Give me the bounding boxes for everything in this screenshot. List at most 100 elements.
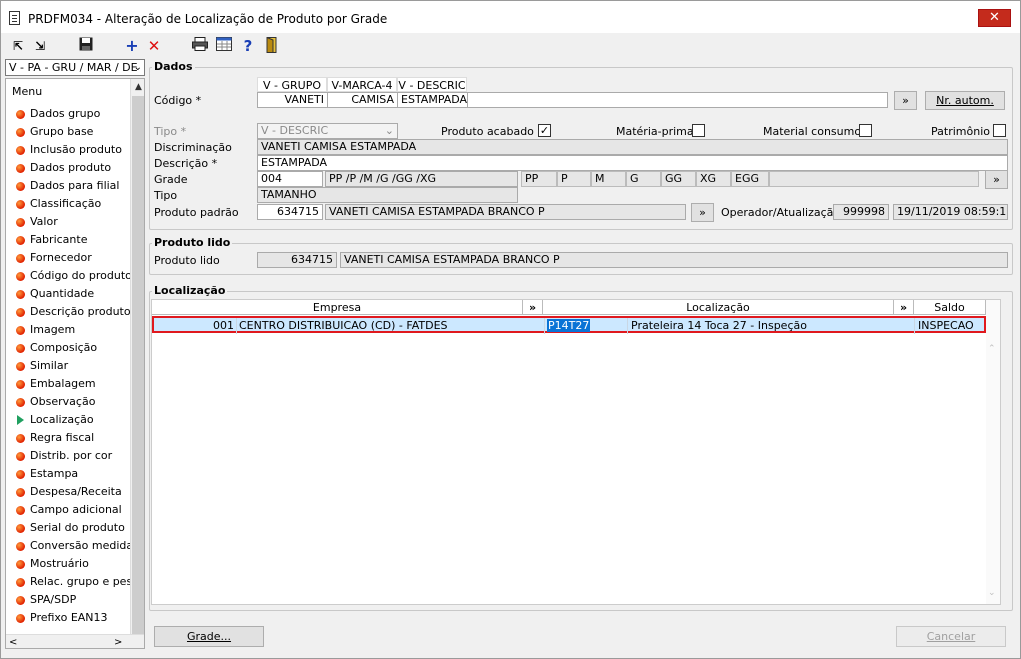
sidebar-item[interactable]: Classificação	[6, 195, 130, 213]
nr-autom-button[interactable]: Nr. autom.	[925, 91, 1005, 110]
sidebar-item[interactable]: Inclusão produto	[6, 141, 130, 159]
bullet-icon	[16, 200, 25, 209]
sidebar-item[interactable]: Código do produto	[6, 267, 130, 285]
sidebar-item[interactable]: Fabricante	[6, 231, 130, 249]
save-icon[interactable]	[77, 37, 95, 55]
sidebar-item[interactable]: Mostruário	[6, 555, 130, 573]
scroll-left-icon[interactable]: <	[9, 635, 17, 648]
produto-padrao-code-field[interactable]: 634715	[257, 204, 323, 220]
col-header-empresa[interactable]: Empresa	[152, 300, 523, 315]
table-vertical-scrollbar[interactable]: ⌃ ⌄	[986, 300, 1000, 604]
help-icon[interactable]: ?	[239, 37, 257, 55]
sidebar-item[interactable]: Dados produto	[6, 159, 130, 177]
scroll-down-icon[interactable]: ⌄	[988, 588, 996, 598]
sidebar-item[interactable]: Estampa	[6, 465, 130, 483]
sidebar-item-label: Estampa	[30, 467, 79, 480]
produto-lido-label: Produto lido	[154, 254, 220, 267]
sidebar-item[interactable]: SPA/SDP	[6, 591, 130, 609]
sidebar-item[interactable]: Regra fiscal	[6, 429, 130, 447]
grade-label: Grade	[154, 173, 188, 186]
col-header-empresa-more[interactable]: »	[523, 300, 543, 315]
calculator-icon[interactable]	[215, 37, 233, 55]
sidebar-item[interactable]: Composição	[6, 339, 130, 357]
grade-button[interactable]: Grade...	[154, 626, 264, 647]
sidebar-item[interactable]: Distrib. por cor	[6, 447, 130, 465]
sidebar-item-label: Fabricante	[30, 233, 88, 246]
scroll-right-icon[interactable]: >	[114, 635, 122, 648]
descricao-label: Descrição *	[154, 157, 218, 170]
sidebar-item[interactable]: Valor	[6, 213, 130, 231]
sidebar-item-label: Fornecedor	[30, 251, 92, 264]
grade-more-button[interactable]: »	[985, 170, 1008, 189]
bullet-icon	[16, 524, 25, 533]
scroll-up-icon[interactable]: ⌃	[988, 344, 996, 354]
codigo-grupo-field[interactable]: VANETI	[257, 92, 328, 108]
col-header-saldo[interactable]: Saldo	[914, 300, 986, 315]
sidebar-item-label: Dados grupo	[30, 107, 101, 120]
materia-prima-checkbox[interactable]	[692, 124, 705, 137]
sidebar-item[interactable]: Observação	[6, 393, 130, 411]
grade-size-cell: GG	[661, 171, 696, 187]
sidebar-item[interactable]: Quantidade	[6, 285, 130, 303]
last-icon[interactable]: ⇲	[31, 37, 49, 55]
print-icon[interactable]	[191, 37, 209, 55]
produto-acabado-checkbox[interactable]: ✓	[538, 124, 551, 137]
produto-padrao-more-button[interactable]: »	[691, 203, 714, 222]
discriminacao-label: Discriminação	[154, 141, 232, 154]
sidebar-item[interactable]: Fornecedor	[6, 249, 130, 267]
sidebar-item-label: Descrição produto	[30, 305, 130, 318]
sidebar-item[interactable]: Dados para filial	[6, 177, 130, 195]
sidebar-item[interactable]: Campo adicional	[6, 501, 130, 519]
title-bar: PRDFM034 - Alteração de Localização de P…	[1, 1, 1020, 33]
tipo-select[interactable]: V - DESCRIC ⌄	[257, 123, 398, 139]
add-icon[interactable]: +	[123, 37, 141, 55]
sidebar-item[interactable]: Imagem	[6, 321, 130, 339]
codigo-more-button[interactable]: »	[894, 91, 917, 110]
bullet-icon	[16, 398, 25, 407]
codigo-marca-field[interactable]: CAMISA	[327, 92, 398, 108]
sidebar-item[interactable]: Conversão medida	[6, 537, 130, 555]
col-header-localizacao[interactable]: Localização	[543, 300, 894, 315]
sidebar-item-label: Composição	[30, 341, 98, 354]
sidebar-item-label: Observação	[30, 395, 96, 408]
grade-code-field[interactable]: 004	[257, 171, 323, 187]
sidebar-item[interactable]: Descrição produto	[6, 303, 130, 321]
delete-icon[interactable]: ✕	[145, 37, 163, 55]
sidebar-item[interactable]: Grupo base	[6, 123, 130, 141]
menu-list: Dados grupo Grupo base Inclusão produto Dad…	[6, 105, 130, 627]
sidebar-item[interactable]: Despesa/Receita	[6, 483, 130, 501]
bullet-icon	[16, 218, 25, 227]
first-icon[interactable]: ⇱	[9, 37, 27, 55]
sidebar-item[interactable]: Relac. grupo e pess	[6, 573, 130, 591]
sidebar-item[interactable]: Similar	[6, 357, 130, 375]
close-button[interactable]: ✕	[978, 9, 1011, 27]
scroll-thumb[interactable]	[132, 96, 144, 646]
sidebar-item-label: Imagem	[30, 323, 76, 336]
sidebar-item[interactable]: Serial do produto	[6, 519, 130, 537]
sidebar-item-label: Serial do produto	[30, 521, 125, 534]
table-row[interactable]: 001 CENTRO DISTRIBUICAO (CD) - FATDES P1…	[152, 316, 986, 334]
scroll-up-icon[interactable]: ▲	[131, 79, 144, 95]
horizontal-scrollbar[interactable]: < >	[6, 634, 144, 648]
row-loc-code[interactable]: P14T27	[545, 318, 628, 334]
codigo-extra-field[interactable]	[467, 92, 888, 108]
sidebar-item[interactable]: Localização	[6, 411, 130, 429]
col-header-localizacao-more[interactable]: »	[894, 300, 914, 315]
sidebar-item-label: Prefixo EAN13	[30, 611, 108, 624]
vertical-scrollbar[interactable]: ▲	[130, 79, 144, 646]
descricao-field[interactable]: ESTAMPADA	[257, 155, 1008, 171]
exit-icon[interactable]	[263, 36, 281, 55]
grade-size-cell: PP	[521, 171, 557, 187]
produto-lido-desc-field: VANETI CAMISA ESTAMPADA BRANCO P	[340, 252, 1008, 268]
sidebar-item[interactable]: Prefixo EAN13	[6, 609, 130, 627]
sidebar-item-label: Regra fiscal	[30, 431, 95, 444]
material-consumo-checkbox[interactable]	[859, 124, 872, 137]
sidebar-item[interactable]: Dados grupo	[6, 105, 130, 123]
codigo-descric-field[interactable]: ESTAMPADA	[397, 92, 468, 108]
sidebar-item[interactable]: Embalagem	[6, 375, 130, 393]
product-selector[interactable]: V - PA - GRU / MAR / DE ⌄	[5, 59, 145, 76]
cancelar-button[interactable]: Cancelar	[896, 626, 1006, 647]
row-loc-desc: Prateleira 14 Toca 27 - Inspeção	[628, 318, 915, 334]
patrimonio-checkbox[interactable]	[993, 124, 1006, 137]
sidebar-item-label: Relac. grupo e pess	[30, 575, 130, 588]
